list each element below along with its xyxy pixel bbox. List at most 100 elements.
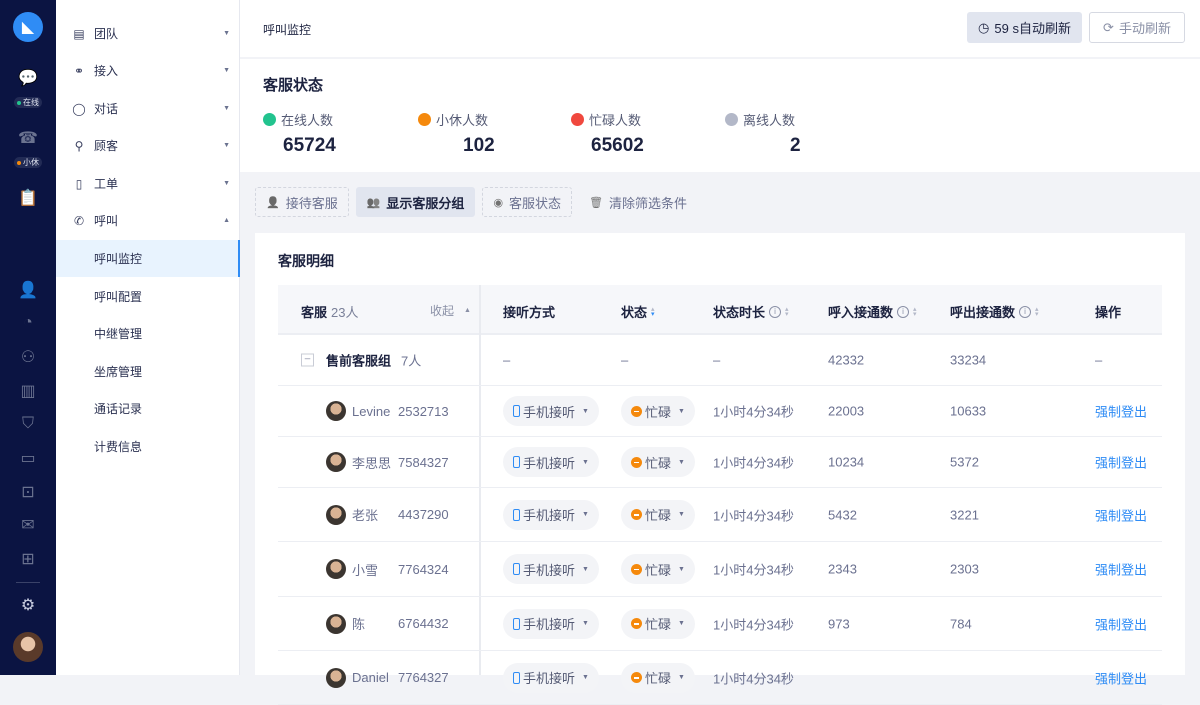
sidebar-item-5[interactable]: ✆ 呼叫 ▲: [56, 202, 240, 239]
submenu-item-2[interactable]: 中继管理: [56, 315, 240, 352]
status-select[interactable]: 忙碌 ▼: [621, 396, 695, 426]
answer-mode-select[interactable]: 手机接听 ▼: [503, 554, 599, 584]
status-select[interactable]: 忙碌 ▼: [621, 662, 695, 693]
sidebar-item-label: 顾客: [94, 139, 119, 153]
duration-cell: 1小时4分34秒: [713, 562, 794, 578]
submenu-label: 计费信息: [94, 439, 143, 454]
agent-cell: Levine 2532713: [326, 401, 449, 421]
filter-button-1[interactable]: 👥 显示客服分组: [355, 187, 476, 217]
stat-0: 在线人数 65724: [263, 110, 403, 157]
submenu-label: 中继管理: [94, 327, 143, 341]
shield-icon[interactable]: ⛉: [16, 412, 40, 436]
group-row: – 售前客服组 7人 – – –42332 33234–: [278, 335, 1162, 386]
col-status[interactable]: 状态 ▴ ▾: [621, 302, 657, 321]
force-logout-link[interactable]: 强制登出: [1095, 505, 1147, 524]
agent-status-panel: 客服状态 在线人数 65724 小休人数 102 忙碌人数 65602 离线人数 2: [240, 59, 1200, 172]
filter-button-0[interactable]: 👤 接待客服: [255, 187, 349, 217]
status-icon: [418, 113, 431, 126]
sidebar-item-3[interactable]: ⚲ 顾客 ▼: [56, 127, 240, 164]
agent-cell: 陈 6764432: [326, 613, 449, 634]
force-logout-link[interactable]: 强制登出: [1095, 560, 1147, 579]
caret-down-icon: ▼: [223, 180, 230, 187]
col-outbound[interactable]: 呼出接通数 i ▴ ▾: [950, 302, 1041, 321]
inbound-cell: 10234: [828, 454, 865, 470]
status-select[interactable]: 忙碌 ▼: [621, 447, 695, 477]
team-icon[interactable]: ⚇: [16, 345, 40, 369]
force-logout-link[interactable]: 强制登出: [1095, 668, 1147, 687]
sidebar-item-4[interactable]: ▯ 工单 ▼: [56, 165, 240, 202]
caret-down-icon: ▼: [678, 407, 685, 415]
section-title: 客服状态: [263, 77, 324, 94]
status-icon: [725, 113, 738, 126]
table-row: 小雪 7764324 手机接听 ▼ 忙碌 ▼ 1小时4分34秒 2343 2303 强…: [278, 542, 1162, 597]
submenu-item-3[interactable]: 坐席管理: [56, 353, 240, 390]
clipboard-icon[interactable]: 📋: [16, 186, 40, 210]
chat-icon: ◯: [72, 101, 86, 116]
caret-down-icon: ▼: [582, 511, 589, 518]
answer-mode-select[interactable]: 手机接听 ▼: [503, 608, 599, 639]
inbox-icon[interactable]: ✉: [16, 513, 40, 537]
caret-down-icon: ▼: [678, 458, 685, 466]
status-select[interactable]: 忙碌 ▼: [621, 499, 695, 530]
col-inbound[interactable]: 呼入接通数 i ▴ ▾: [828, 302, 919, 321]
mobile-icon: [513, 671, 520, 684]
chat-bubbles-icon[interactable]: 💬: [16, 66, 40, 90]
agent-detail-card: 客服明细 客服 23人 收起 ▲ 接听方式 状态 ▴ ▾ 状态时长 i ▴ ▾ 呼入接通数 i ▴…: [255, 233, 1185, 705]
user-avatar[interactable]: [13, 632, 43, 662]
avatar: [326, 504, 346, 525]
agent-cell: 李思思 7584327: [326, 452, 449, 472]
apps-icon[interactable]: ⊞: [16, 547, 40, 571]
answer-mode-select[interactable]: 手机接听 ▼: [503, 447, 599, 477]
force-logout-link[interactable]: 强制登出: [1095, 402, 1147, 421]
submenu-item-5[interactable]: 计费信息: [56, 428, 240, 465]
sidebar-item-2[interactable]: ◯ 对话 ▼: [56, 90, 240, 127]
answer-mode-select[interactable]: 手机接听 ▼: [503, 662, 599, 693]
user-icon[interactable]: 👤: [16, 278, 40, 302]
table-header: 客服 23人 收起 ▲ 接听方式 状态 ▴ ▾ 状态时长 i ▴ ▾ 呼入接通数 i ▴ ▾ 呼出接…: [278, 285, 1162, 335]
caret-down-icon: ▼: [678, 565, 685, 573]
online-status-badge[interactable]: 在线: [14, 97, 42, 108]
filter-button-3[interactable]: 🗑 清除筛选条件: [579, 187, 697, 217]
stat-value: 102: [463, 135, 495, 156]
collapse-toggle[interactable]: 收起 ▲: [430, 302, 471, 319]
break-status-badge[interactable]: 小休: [14, 157, 42, 168]
sidebar-item-1[interactable]: ⚭ 接入 ▼: [56, 52, 240, 89]
force-logout-link[interactable]: 强制登出: [1095, 453, 1147, 472]
mobile-icon: [513, 508, 520, 521]
submenu-item-0[interactable]: 呼叫监控: [56, 240, 240, 277]
col-agent: 客服 23人: [301, 305, 359, 320]
monitor-icon[interactable]: ▭: [16, 446, 40, 470]
phone-icon[interactable]: ☎: [16, 126, 40, 150]
report-icon: ▤: [73, 26, 85, 41]
col-duration[interactable]: 状态时长 i ▴ ▾: [713, 302, 791, 321]
stat-value: 65724: [283, 135, 336, 156]
status-select[interactable]: 忙碌 ▼: [621, 608, 695, 639]
auto-refresh-button[interactable]: ◷ 59 s自动刷新: [967, 12, 1082, 43]
bar-chart-icon[interactable]: ▥: [16, 379, 40, 403]
app-rail: ◣ 💬 在线 ☎ 小休 📋 👤 ◔ ⚇ ▥ ⛉ ▭ ⊡ ✉ ⊞ ⚙: [0, 0, 56, 675]
sidebar-item-0[interactable]: ▤ 团队 ▼: [56, 15, 240, 52]
info-icon: i: [897, 305, 910, 318]
robot-icon[interactable]: ⊡: [16, 480, 40, 504]
chat-clock-icon[interactable]: ◔: [16, 311, 40, 335]
outbound-cell: 5372: [950, 454, 979, 470]
duration-cell: 1小时4分34秒: [713, 455, 794, 471]
col-action: 操作: [1095, 305, 1122, 320]
submenu-label: 通话记录: [94, 402, 143, 416]
submenu-item-1[interactable]: 呼叫配置: [56, 278, 240, 315]
status-select[interactable]: 忙碌 ▼: [621, 554, 695, 584]
filter-button-2[interactable]: ◉ 客服状态: [482, 187, 573, 217]
submenu-item-4[interactable]: 通话记录: [56, 390, 240, 427]
status-icon: [571, 113, 584, 126]
collapse-group-icon[interactable]: –: [301, 353, 314, 367]
answer-mode-select[interactable]: 手机接听 ▼: [503, 396, 599, 426]
manual-refresh-button[interactable]: ⟳ 手动刷新: [1089, 12, 1185, 43]
answer-mode-select[interactable]: 手机接听 ▼: [503, 499, 599, 530]
duration-cell: 1小时4分34秒: [713, 404, 794, 420]
force-logout-link[interactable]: 强制登出: [1095, 614, 1147, 633]
outbound-cell: 3221: [950, 507, 979, 522]
stat-value: 2: [790, 135, 801, 156]
logo-icon[interactable]: ◣: [13, 12, 43, 42]
rail-divider: [16, 582, 40, 583]
gear-icon[interactable]: ⚙: [16, 593, 40, 617]
